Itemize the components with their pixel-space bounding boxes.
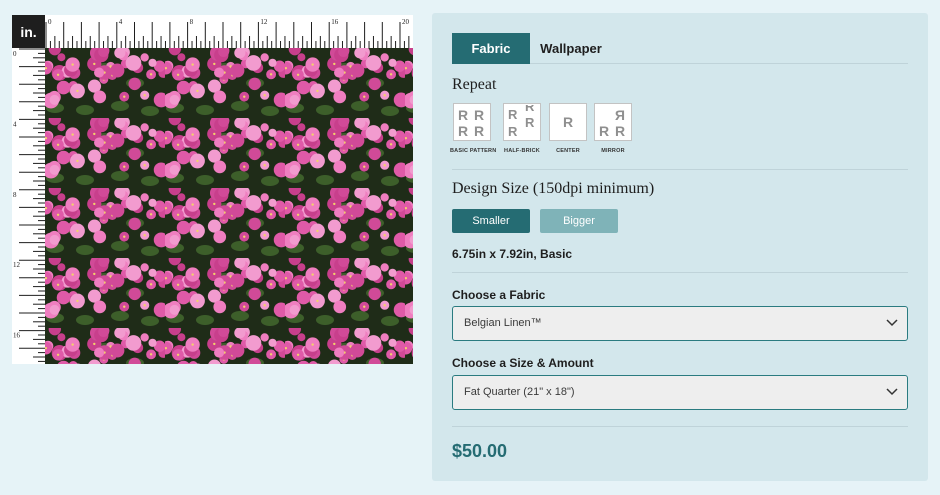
amount-select-value: Fat Quarter (21" x 18") [464, 386, 575, 398]
repeat-mirror-option[interactable]: R R R R MIRROR [591, 103, 635, 154]
repeat-basic-icon: RR RR [453, 103, 491, 141]
svg-text:R: R [525, 105, 535, 114]
svg-text:R: R [508, 107, 518, 122]
smaller-button[interactable]: Smaller [452, 209, 530, 233]
repeat-mirror-icon: R R R R [594, 103, 632, 141]
fabric-select[interactable]: Belgian Linen™ [452, 306, 908, 341]
svg-text:R: R [525, 115, 535, 130]
ruler-label: 0 [48, 18, 52, 26]
chevron-down-icon [886, 319, 898, 327]
top-ruler: 0 4 8 12 16 20 [45, 15, 413, 48]
unit-label: in. [12, 15, 45, 48]
bigger-button[interactable]: Bigger [540, 209, 618, 233]
pattern-swatch [45, 48, 413, 364]
price: $50.00 [452, 441, 508, 461]
repeat-mirror-label: MIRROR [601, 148, 625, 154]
repeat-half-brick-label: HALF-BRICK [504, 148, 540, 154]
svg-text:R: R [563, 114, 573, 130]
svg-text:R: R [615, 107, 625, 123]
design-preview: in. 0 4 8 12 16 20 0 4 8 12 16 [12, 15, 413, 364]
repeat-half-brick-option[interactable]: R RR R HALF-BRICK [500, 103, 544, 154]
divider [452, 169, 908, 170]
product-options-panel: Fabric Wallpaper Repeat RR RR BASIC PATT… [432, 13, 928, 481]
product-tabs: Fabric Wallpaper [452, 33, 908, 64]
tab-wallpaper[interactable]: Wallpaper [530, 33, 612, 64]
left-ruler-svg: 0 4 8 12 16 [13, 48, 45, 362]
repeat-basic-label: BASIC PATTERN [450, 148, 497, 154]
repeat-basic-option[interactable]: RR RR BASIC PATTERN [450, 103, 497, 154]
ruler-label: 8 [13, 191, 17, 199]
svg-text:R: R [615, 123, 625, 139]
svg-text:R: R [474, 107, 484, 123]
repeat-center-option[interactable]: R CENTER [546, 103, 590, 154]
left-ruler: 0 4 8 12 16 [12, 48, 45, 364]
divider [452, 272, 908, 273]
ruler-label: 0 [13, 50, 17, 58]
tab-fabric[interactable]: Fabric [452, 33, 530, 64]
design-size-heading: Design Size (150dpi minimum) [452, 180, 655, 197]
svg-text:R: R [599, 123, 609, 139]
svg-text:R: R [458, 123, 468, 139]
repeat-heading: Repeat [452, 76, 497, 93]
ruler-label: 4 [13, 120, 17, 128]
ruler-label: 12 [13, 261, 21, 269]
ruler-label: 16 [331, 18, 339, 26]
flower-pattern [45, 48, 413, 364]
top-ruler-svg: 0 4 8 12 16 20 [45, 18, 410, 48]
ruler-label: 4 [119, 18, 123, 26]
ruler-label: 8 [190, 18, 194, 26]
repeat-center-icon: R [549, 103, 587, 141]
repeat-half-brick-icon: R RR R [503, 103, 541, 141]
divider [452, 426, 908, 427]
design-size-value: 6.75in x 7.92in, Basic [452, 247, 573, 261]
amount-select-label: Choose a Size & Amount [452, 356, 594, 370]
ruler-label: 12 [260, 18, 268, 26]
chevron-down-icon [886, 388, 898, 396]
ruler-label: 20 [402, 18, 410, 26]
fabric-select-label: Choose a Fabric [452, 288, 546, 302]
svg-text:R: R [508, 124, 518, 139]
ruler-label: 16 [13, 332, 21, 340]
fabric-select-value: Belgian Linen™ [464, 317, 542, 329]
repeat-center-label: CENTER [556, 148, 580, 154]
amount-select[interactable]: Fat Quarter (21" x 18") [452, 375, 908, 410]
svg-text:R: R [474, 123, 484, 139]
svg-text:R: R [458, 107, 468, 123]
